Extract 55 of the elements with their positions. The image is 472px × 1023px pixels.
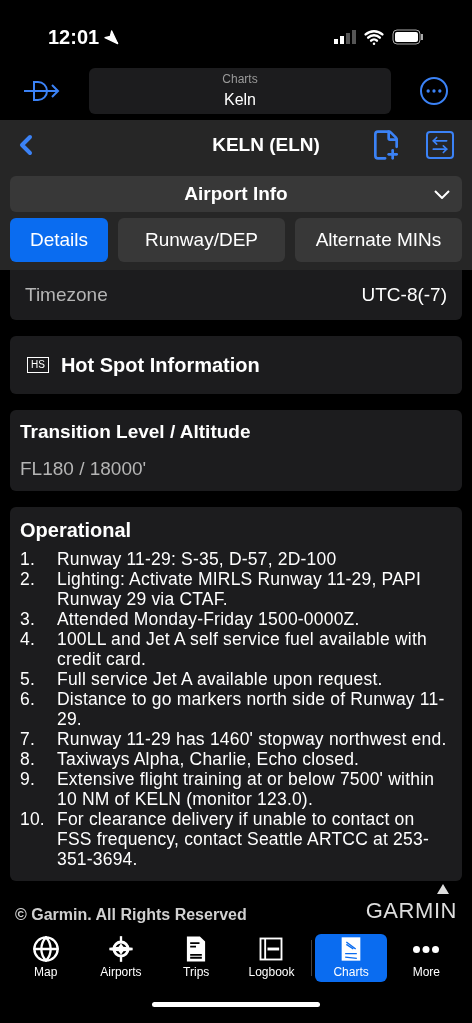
operational-title: Operational — [20, 518, 133, 543]
section-dropdown[interactable]: Airport Info — [10, 176, 462, 212]
item-text: Runway 11-29 has 1460' stopway northwest end. — [57, 729, 448, 749]
item-number: 3. — [20, 609, 36, 629]
tab[interactable]: Alternate MINs — [295, 218, 462, 262]
more-icon — [413, 945, 440, 953]
more-button[interactable] — [420, 77, 448, 105]
tab-bar-item[interactable]: Trips — [160, 934, 233, 982]
timezone-label: Timezone — [25, 282, 108, 307]
garmin-logo: GARMIN — [365, 897, 457, 925]
item-number: 8. — [20, 749, 36, 769]
airport-icon — [106, 935, 135, 963]
item-text: Distance to go markers north side of Runway 11-29. — [57, 689, 446, 729]
copyright-text: © Garmin. All Rights Reserved — [15, 905, 247, 925]
item-text: Lighting: Activate MIRLS Runway 11-29, PAPI Runway 29 via CTAF. — [57, 569, 422, 609]
item-number: 1. — [20, 549, 36, 569]
item-text: Full service Jet A available upon request. — [57, 669, 384, 689]
globe-icon — [31, 935, 60, 963]
triangle-icon — [437, 884, 449, 894]
item-text: Taxiways Alpha, Charlie, Echo closed. — [57, 749, 361, 769]
item-number: 2. — [20, 569, 36, 591]
item-number: 5. — [20, 669, 36, 689]
signal-icon — [334, 30, 356, 44]
swap-icon[interactable] — [426, 131, 454, 159]
item-text: 100LL and Jet A self service fuel available with credit card. — [57, 629, 428, 669]
item-number: 7. — [20, 729, 36, 749]
tab-bar-item[interactable]: Airports — [84, 934, 157, 982]
tab[interactable]: Details — [10, 218, 108, 262]
item-text: Extensive flight training at or below 7500' within 10 NM of KELN (monitor 123.0). — [57, 769, 436, 809]
hs-badge: HS — [27, 357, 49, 373]
status-time: 12:01 — [48, 25, 100, 50]
tab-bar-item[interactable]: Map — [9, 934, 82, 982]
battery-icon — [392, 29, 424, 45]
tab-bar-item[interactable]: Logbook — [235, 934, 308, 982]
item-number: 6. — [20, 689, 36, 711]
route-icon[interactable] — [24, 80, 60, 102]
tab-bar-item[interactable]: Charts — [315, 934, 388, 982]
item-text: Attended Monday-Friday 1500-0000Z. — [57, 609, 361, 629]
item-text: Runway 11-29: S-35, D-57, 2D-100 — [57, 549, 338, 569]
tab-bar-item[interactable]: More — [390, 934, 463, 982]
wifi-icon — [364, 27, 384, 47]
chevron-icon — [434, 189, 450, 199]
item-number: 10. — [20, 809, 46, 831]
location-icon — [103, 29, 120, 45]
transition-value: FL180 / 18000' — [20, 456, 148, 481]
tab[interactable]: Runway/DEP — [118, 218, 285, 262]
title-field[interactable]: Charts Keln — [89, 68, 391, 114]
hot-spot-title: Hot Spot Information — [60, 353, 260, 378]
item-number: 9. — [20, 769, 36, 791]
item-text: For clearance delivery if unable to contact on FSS frequency, contact Seattle ARTCC at 253-351-3694. — [57, 809, 430, 869]
item-number: 4. — [20, 629, 36, 651]
transition-title: Transition Level / Altitude — [20, 420, 252, 444]
airport-title: KELN (ELN) — [212, 132, 320, 157]
hot-spot-card[interactable]: HS Hot Spot Information — [10, 336, 462, 394]
timezone-value: UTC-8(-7) — [361, 282, 447, 307]
